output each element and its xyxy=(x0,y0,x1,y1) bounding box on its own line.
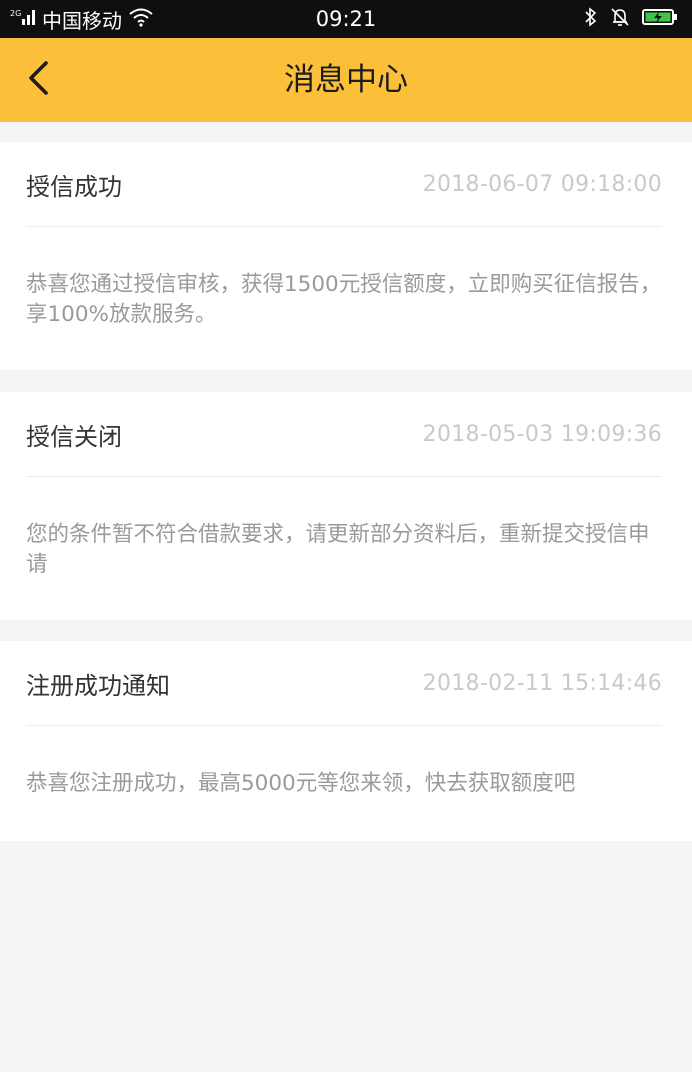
message-body: 您的条件暂不符合借款要求，请更新部分资料后，重新提交授信申请 xyxy=(26,522,650,577)
message-header: 授信成功 2018-06-07 09:18:00 xyxy=(26,142,662,226)
divider xyxy=(26,226,662,227)
message-time: 2018-02-11 15:14:46 xyxy=(422,670,662,696)
message-card[interactable]: 注册成功通知 2018-02-11 15:14:46 恭喜您注册成功，最高500… xyxy=(0,641,692,841)
status-bar: 2G 中国移动 09:21 xyxy=(0,0,692,38)
battery-charging-icon xyxy=(642,7,678,31)
bell-muted-icon xyxy=(610,7,630,31)
message-time: 2018-06-07 09:18:00 xyxy=(422,171,662,197)
message-time: 2018-05-03 19:09:36 xyxy=(422,421,662,447)
page-title: 消息中心 xyxy=(284,62,408,98)
message-card[interactable]: 授信成功 2018-06-07 09:18:00 恭喜您通过授信审核，获得150… xyxy=(0,142,692,370)
message-card[interactable]: 授信关闭 2018-05-03 19:09:36 您的条件暂不符合借款要求，请更… xyxy=(0,392,692,620)
message-header: 注册成功通知 2018-02-11 15:14:46 xyxy=(26,641,662,725)
divider xyxy=(26,476,662,477)
message-title: 授信成功 xyxy=(26,172,122,201)
status-right xyxy=(584,0,678,38)
bluetooth-icon xyxy=(584,7,598,31)
message-body: 恭喜您注册成功，最高5000元等您来领，快去获取额度吧 xyxy=(26,771,576,796)
divider xyxy=(26,725,662,726)
message-header: 授信关闭 2018-05-03 19:09:36 xyxy=(26,392,662,476)
message-title: 授信关闭 xyxy=(26,422,122,451)
message-title: 注册成功通知 xyxy=(26,671,170,700)
message-body: 恭喜您通过授信审核，获得1500元授信额度，立即购买征信报告，享100%放款服务… xyxy=(26,272,662,327)
nav-bar: 消息中心 xyxy=(0,38,692,122)
